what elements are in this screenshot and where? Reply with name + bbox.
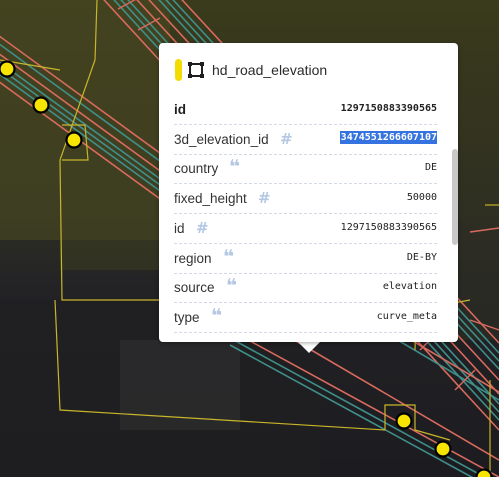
property-value[interactable]: 3474551266607107 xyxy=(339,130,437,144)
property-value[interactable]: 1297150883390565 xyxy=(341,222,437,233)
property-value[interactable]: DE-BY xyxy=(407,252,437,263)
property-row: fixed_height #50000 xyxy=(174,184,437,215)
number-icon: # xyxy=(258,189,271,208)
property-key: id xyxy=(174,220,185,236)
property-key: region xyxy=(174,250,212,266)
property-value[interactable]: 1297150883390565 xyxy=(341,103,437,114)
popup-pointer xyxy=(298,342,320,353)
property-value[interactable]: DE xyxy=(425,162,437,173)
marker-point[interactable] xyxy=(65,131,83,149)
property-row: source ❝ elevation xyxy=(174,273,437,304)
polygon-icon xyxy=(188,62,204,78)
feature-popup: hd_road_elevation id 1297150883390565 3d_e… xyxy=(159,43,458,342)
property-value[interactable]: curve_meta xyxy=(377,311,437,322)
properties-list[interactable]: id 1297150883390565 3d_elevation_id #347455… xyxy=(159,95,458,342)
property-value[interactable]: elevation xyxy=(383,281,437,292)
property-row: country ❝ DE xyxy=(174,154,437,185)
building-area xyxy=(120,340,240,430)
quote-icon: ❝ xyxy=(226,275,237,298)
marker-point[interactable] xyxy=(475,468,493,477)
property-key: source xyxy=(174,280,215,296)
property-row: region ❝ DE-BY xyxy=(174,244,437,274)
property-key: id xyxy=(174,102,186,117)
marker-point[interactable] xyxy=(434,440,452,458)
layer-color-swatch xyxy=(175,59,182,81)
quote-icon: ❝ xyxy=(223,245,234,268)
marker-point[interactable] xyxy=(32,96,50,114)
property-key: 3d_elevation_id xyxy=(174,131,269,147)
marker-point[interactable] xyxy=(395,412,413,430)
marker-point[interactable] xyxy=(0,60,16,78)
property-row: 3d_elevation_id #3474551266607107 xyxy=(174,125,437,155)
scrollbar[interactable] xyxy=(452,149,458,245)
property-key: fixed_height xyxy=(174,191,247,207)
quote-icon: ❝ xyxy=(211,304,222,327)
popup-header: hd_road_elevation xyxy=(159,43,458,95)
number-icon: # xyxy=(280,129,293,148)
property-row: type ❝ curve_meta xyxy=(174,303,437,333)
number-icon: # xyxy=(196,218,209,237)
quote-icon: ❝ xyxy=(229,156,240,179)
property-key: country xyxy=(174,161,219,177)
property-row: id #1297150883390565 xyxy=(174,214,437,244)
property-row: id 1297150883390565 xyxy=(174,95,437,125)
property-value[interactable]: 50000 xyxy=(407,192,437,203)
property-key: type xyxy=(174,309,200,325)
layer-name: hd_road_elevation xyxy=(212,62,328,78)
